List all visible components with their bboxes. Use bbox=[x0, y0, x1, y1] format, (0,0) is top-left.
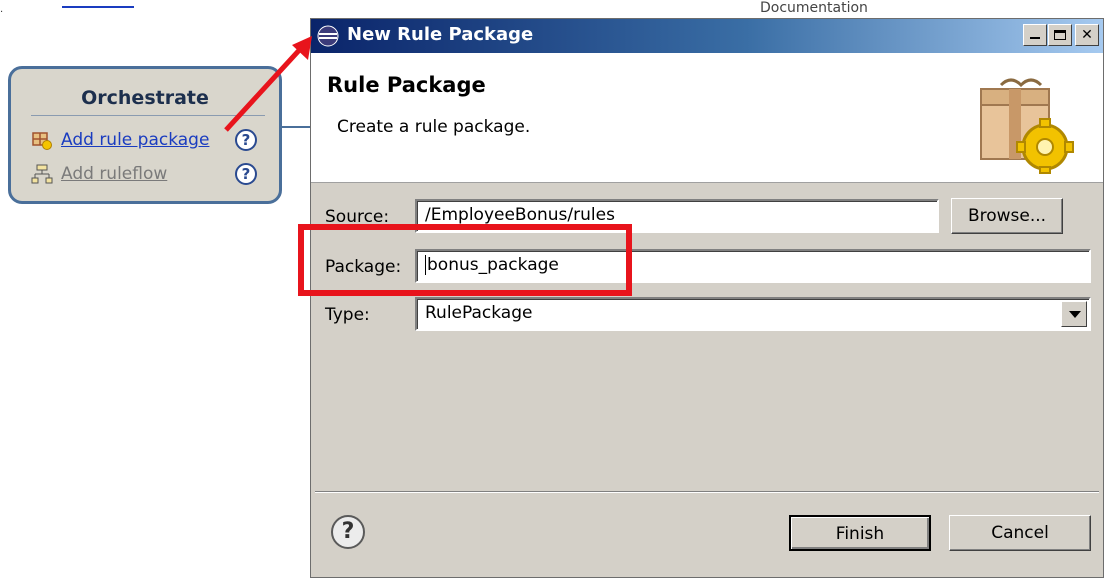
finish-button[interactable]: Finish bbox=[789, 515, 931, 551]
orchestrate-panel: Orchestrate Add rule package ? Add rulef… bbox=[8, 66, 282, 204]
cancel-button[interactable]: Cancel bbox=[949, 515, 1091, 551]
new-rule-package-dialog: New Rule Package ✕ Rule Package Create a… bbox=[310, 18, 1104, 578]
add-rule-package-row[interactable]: Add rule package bbox=[31, 128, 209, 152]
browse-button[interactable]: Browse... bbox=[951, 198, 1063, 234]
background-fragment: . bbox=[0, 4, 4, 15]
panel-connector bbox=[282, 126, 312, 128]
add-rule-package-link[interactable]: Add rule package bbox=[61, 130, 209, 150]
minimize-button[interactable] bbox=[1023, 24, 1047, 46]
background-link bbox=[62, 0, 134, 8]
title-bar[interactable]: New Rule Package ✕ bbox=[311, 19, 1103, 53]
add-ruleflow-row: Add ruleflow bbox=[31, 162, 167, 186]
maximize-button[interactable] bbox=[1048, 24, 1072, 46]
background-tab: Documentation bbox=[760, 0, 868, 14]
type-select[interactable]: RulePackage bbox=[415, 297, 1091, 331]
ruleflow-icon bbox=[31, 164, 53, 184]
eclipse-icon bbox=[317, 25, 339, 47]
rule-package-wizard-icon bbox=[980, 78, 1074, 174]
wizard-header: Rule Package Create a rule package. bbox=[311, 53, 1103, 183]
panel-title: Orchestrate bbox=[81, 87, 209, 109]
close-button[interactable]: ✕ bbox=[1075, 24, 1099, 46]
highlight-box bbox=[298, 224, 632, 296]
type-label: Type: bbox=[325, 305, 370, 325]
chevron-down-icon[interactable] bbox=[1061, 301, 1087, 327]
help-icon[interactable]: ? bbox=[331, 515, 365, 549]
add-ruleflow-link: Add ruleflow bbox=[61, 164, 168, 184]
help-icon[interactable]: ? bbox=[235, 163, 257, 185]
wizard-header-title: Rule Package bbox=[327, 73, 486, 97]
wizard-header-description: Create a rule package. bbox=[337, 117, 531, 137]
rule-package-icon bbox=[32, 132, 52, 150]
panel-divider bbox=[31, 115, 265, 116]
help-icon[interactable]: ? bbox=[235, 129, 257, 151]
footer-divider bbox=[315, 491, 1099, 493]
dialog-title: New Rule Package bbox=[347, 24, 534, 45]
